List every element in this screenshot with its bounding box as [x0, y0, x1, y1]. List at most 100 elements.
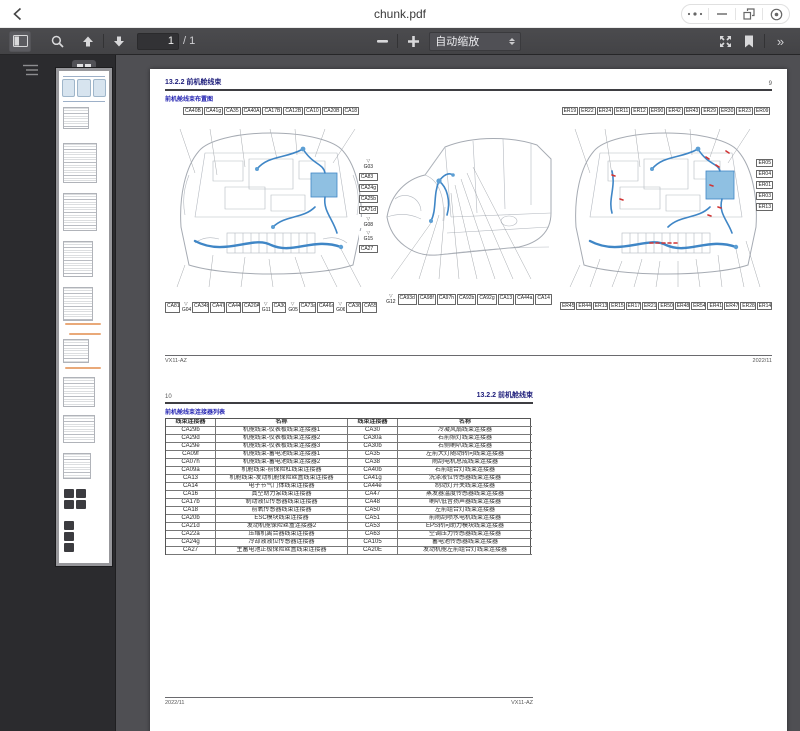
- connector-label: CA44a: [515, 294, 534, 305]
- connector-label: ER23: [736, 107, 753, 115]
- connector-label: CA92b: [457, 294, 476, 305]
- connector-id: CA07h: [166, 459, 216, 467]
- connector-name: 机舱线束-发动机舱保险丝盒线束连接器: [216, 475, 348, 483]
- select-caret-icon: [509, 38, 515, 45]
- connector-table-row: CA24g 冷却液液位传感器连接器 CA105 蓄电池传感器线束连接器: [166, 539, 530, 547]
- section1-page-number: 9: [769, 81, 772, 87]
- engine-bay-drawing: [560, 115, 772, 297]
- connector-label: CA46a: [317, 302, 334, 313]
- connector-label: CA44: [226, 302, 241, 313]
- back-button[interactable]: [0, 0, 34, 28]
- connector-id: CA63: [348, 531, 398, 539]
- pdf-toolbar: / 1 自动缩放 »: [0, 28, 800, 55]
- section1-footer: VX11-AZ 2022/11: [165, 356, 772, 364]
- next-page-button[interactable]: [108, 31, 130, 52]
- connector-name: EPS转向助力模块线束连接器: [398, 523, 532, 531]
- connector-table-row: CA18 前氧传感器线束连接器 CA50 左前组合灯线束连接器: [166, 507, 530, 515]
- connector-label: ER11: [614, 107, 630, 115]
- column-header: 线束连接器: [166, 419, 216, 427]
- connector-id: CA13: [166, 475, 216, 483]
- connector-label: CA40B: [183, 107, 203, 115]
- bookmark-button[interactable]: [738, 31, 760, 52]
- connector-name: 机舱线束-前保险杠线束连接器: [216, 467, 348, 475]
- connector-label: CA12B: [283, 107, 303, 115]
- connector-name: 右前照灯线束连接器: [398, 435, 532, 443]
- connector-label: CA24g: [359, 184, 378, 192]
- connector-name: 冷凝风扇线束连接器: [398, 427, 532, 435]
- previous-page-button[interactable]: [77, 31, 99, 52]
- zoom-in-button[interactable]: [402, 31, 424, 52]
- presentation-mode-button[interactable]: [714, 31, 736, 52]
- diagram-body-center: G12CA93dCA98fCA97hCA92bCA92gCA13CA44aCA1…: [381, 107, 556, 345]
- section2-footer: 2022/11 VX11-AZ: [165, 698, 533, 706]
- diagram-engine-bay-right: ER19ER22ER24ER11ER12ER90ER42ER43ER29ER30…: [560, 107, 772, 345]
- thumbnail-table: [63, 339, 89, 363]
- app-titlebar: chunk.pdf: [0, 0, 800, 28]
- sidebar-toggle-button[interactable]: [9, 31, 31, 52]
- window-controls: [681, 4, 790, 24]
- connector-label: CA55: [362, 302, 377, 313]
- connector-id: CA29e: [166, 443, 216, 451]
- connector-id: CA18: [166, 507, 216, 515]
- connector-table-row: CA29d 机舱线束-仪表板线束连接器2 CA30a 右前照灯线束连接器: [166, 435, 530, 443]
- connector-table-row: CA07h 机舱线束-蓄电池线束连接器2 CA38 雨刮电机总成线束连接器: [166, 459, 530, 467]
- connector-table-row: CA29b 机舱线束-仪表板线束连接器1 CA30 冷凝风扇线束连接器: [166, 427, 530, 435]
- connector-label: CA93d: [398, 294, 417, 305]
- connector-name: 空调压力传感器线束连接器: [398, 531, 532, 539]
- minimize-icon[interactable]: [709, 5, 735, 23]
- connector-label: G04: [181, 302, 191, 313]
- page-number-input[interactable]: [137, 33, 179, 50]
- record-circle-icon[interactable]: [763, 5, 789, 23]
- connector-label: ER21: [642, 302, 657, 310]
- connector-id: CA29b: [166, 427, 216, 435]
- connector-table-row: CA13 机舱线束-发动机舱保险丝盒线束连接器 CA41g 洗涤液位传感器线束连…: [166, 475, 530, 483]
- connector-name: 左前组合灯线束连接器: [398, 507, 532, 515]
- connector-id: CA38: [348, 459, 398, 467]
- search-button[interactable]: [46, 31, 68, 52]
- connector-name: 机舱线束-仪表板线束连接器1: [216, 427, 348, 435]
- connector-id: CA24g: [166, 539, 216, 547]
- more-options-icon[interactable]: [682, 5, 708, 23]
- search-icon: [51, 35, 64, 48]
- connector-table-row: CA09f 机舱线束-蓄电池线束连接器1 CA35 左前大灯随动转向线束连接器: [166, 451, 530, 459]
- more-tools-button[interactable]: »: [769, 31, 791, 52]
- connector-label: ER29: [701, 107, 718, 115]
- connector-label: ER01: [756, 181, 773, 189]
- pdf-page: 13.2.2 前机舱线束 9 前机舱线束布置图 CA40BCA41gCA35CA…: [150, 69, 787, 731]
- doc-date: 2022/11: [165, 700, 184, 706]
- connector-label: ER90: [649, 107, 666, 115]
- doc-code: VX11-AZ: [511, 700, 533, 706]
- connector-label: ER24: [597, 107, 614, 115]
- connector-label: ER03: [756, 192, 773, 200]
- bookmark-icon: [744, 35, 754, 48]
- connector-table-row: CA20b ESC模块线束连接器 CA51 前雨刮喷水电机线束连接器: [166, 515, 530, 523]
- pdf-sidebar: [0, 55, 116, 731]
- thumbnail-table: [63, 193, 97, 231]
- connector-label: ER28: [740, 302, 755, 310]
- connector-id: CA41g: [348, 475, 398, 483]
- zoom-level-select[interactable]: 自动缩放: [429, 32, 521, 51]
- connector-name: 雨刮电机总成线束连接器: [398, 459, 532, 467]
- thumbnail-decoration: [63, 101, 105, 102]
- outline-list-icon: [23, 64, 38, 76]
- connector-label: ER44: [576, 302, 591, 310]
- connector-name: 机舱线束-蓄电池线束连接器1: [216, 451, 348, 459]
- connector-label: CA34b: [192, 302, 209, 313]
- page-thumbnail[interactable]: [56, 68, 112, 566]
- connector-label: CA25b: [359, 195, 378, 203]
- zoom-out-button[interactable]: [371, 31, 393, 52]
- connector-id: CA30a: [348, 435, 398, 443]
- connector-id: CA17b: [166, 499, 216, 507]
- connector-label: CA73a: [299, 302, 316, 313]
- fullscreen-icon: [719, 35, 732, 48]
- connector-name: 左前大灯随动转向线束连接器: [398, 451, 532, 459]
- connector-label: ER41: [707, 302, 722, 310]
- thumbnail-stamp: [64, 489, 86, 509]
- connector-label: ER13: [593, 302, 608, 310]
- outline-view-button[interactable]: [18, 60, 42, 80]
- connector-name: 发动机舱左前组合灯线束连接器: [398, 547, 532, 555]
- pdf-viewer-area[interactable]: 13.2.2 前机舱线束 9 前机舱线束布置图 CA40BCA41gCA35CA…: [117, 55, 800, 731]
- connector-name: 真空助力泵线束连接器: [216, 491, 348, 499]
- restore-window-icon[interactable]: [736, 5, 762, 23]
- connector-id: CA09a: [166, 467, 216, 475]
